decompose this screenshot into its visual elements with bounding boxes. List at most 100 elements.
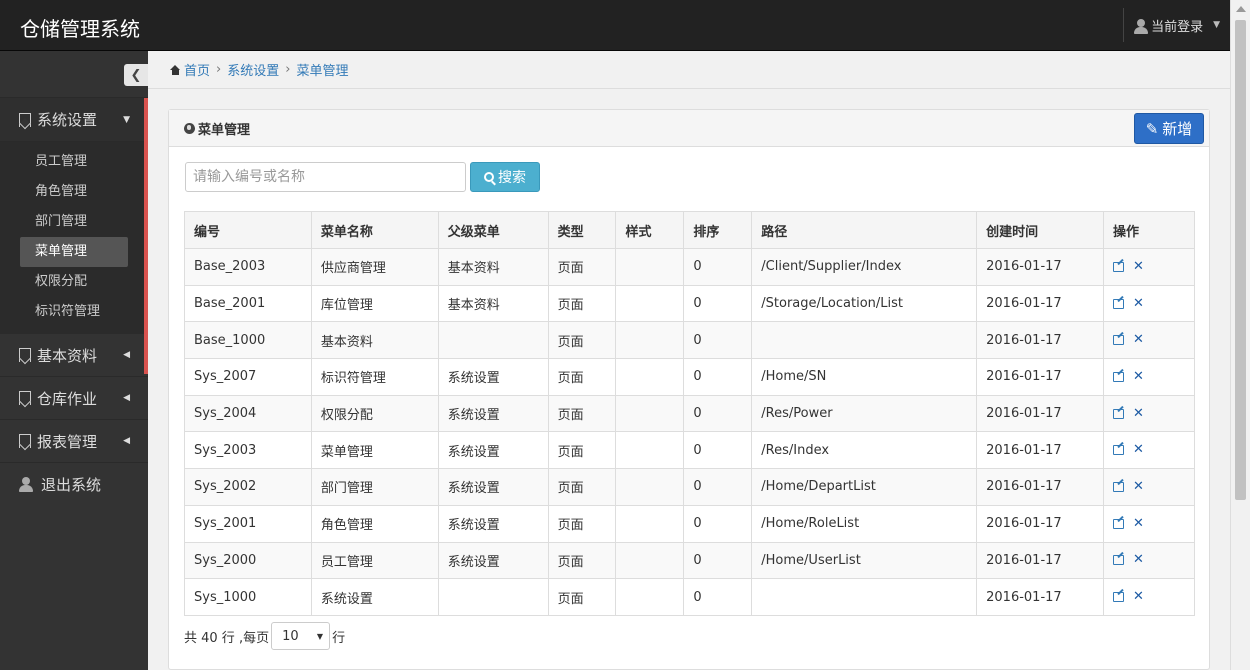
edit-icon[interactable] bbox=[1113, 335, 1124, 346]
column-header[interactable]: 路径 bbox=[751, 211, 978, 249]
table-cell: 2016-01-17 bbox=[976, 321, 1104, 360]
scrollbar-thumb[interactable] bbox=[1235, 20, 1246, 500]
sidebar-item-identifiers[interactable]: 标识符管理 bbox=[20, 297, 128, 327]
edit-icon[interactable] bbox=[1113, 555, 1124, 566]
table-cell: 2016-01-17 bbox=[976, 468, 1104, 506]
breadcrumb-menu-management[interactable]: 菜单管理 bbox=[296, 60, 348, 79]
breadcrumb-separator: › bbox=[285, 62, 291, 77]
edit-icon[interactable] bbox=[1113, 408, 1124, 419]
sidebar-group-reports[interactable]: 报表管理 ◀ bbox=[0, 420, 148, 463]
top-navbar: 仓储管理系统 当前登录 ▼ bbox=[0, 0, 1250, 51]
breadcrumb: 首页 › 系统设置 › 菜单管理 bbox=[148, 51, 1230, 89]
row-actions: ✕ bbox=[1103, 284, 1195, 323]
sidebar-collapse-button[interactable]: ❮ bbox=[124, 64, 148, 86]
delete-icon[interactable]: ✕ bbox=[1133, 333, 1144, 346]
breadcrumb-system-settings[interactable]: 系统设置 bbox=[227, 60, 279, 79]
delete-icon[interactable]: ✕ bbox=[1133, 370, 1144, 383]
table-cell bbox=[615, 431, 685, 470]
table-cell: 系统设置 bbox=[437, 541, 549, 580]
table-cell: 页面 bbox=[547, 321, 617, 360]
menu-table: 编号 菜单名称 父级菜单 类型 样式 排序 路径 创建时间 操作 Base_20… bbox=[184, 211, 1195, 616]
table-cell bbox=[615, 248, 685, 286]
table-cell: Sys_1000 bbox=[184, 578, 312, 616]
sidebar-group-warehouse-ops[interactable]: 仓库作业 ◀ bbox=[0, 377, 148, 420]
delete-icon[interactable]: ✕ bbox=[1133, 553, 1144, 566]
table-row: Base_2001 库位管理 基本资料 页面 0/Storage/Location/Li… bbox=[184, 284, 1195, 323]
table-cell: 系统设置 bbox=[437, 358, 549, 396]
scroll-up-arrow-icon[interactable] bbox=[1236, 6, 1246, 12]
table-row: Sys_1000 系统设置 页面 0 2016-01-17 ✕ bbox=[184, 578, 1195, 616]
edit-icon[interactable] bbox=[1113, 592, 1124, 603]
table-row: Sys_2003 菜单管理 系统设置 页面 0/Res/Index 2016-01-17 ✕ bbox=[184, 431, 1195, 470]
sidebar-group-label: 基本资料 bbox=[37, 346, 98, 365]
edit-icon[interactable] bbox=[1113, 481, 1124, 492]
delete-icon[interactable]: ✕ bbox=[1133, 407, 1144, 420]
edit-icon[interactable] bbox=[1113, 371, 1124, 382]
sidebar-item-staff[interactable]: 员工管理 bbox=[20, 147, 128, 177]
table-cell: 页面 bbox=[547, 358, 617, 396]
delete-icon[interactable]: ✕ bbox=[1133, 443, 1144, 456]
table-cell: 0 bbox=[683, 358, 753, 396]
sidebar-item-permissions[interactable]: 权限分配 bbox=[20, 267, 128, 297]
edit-icon[interactable] bbox=[1113, 298, 1124, 309]
edit-icon[interactable] bbox=[1113, 261, 1124, 272]
edit-icon[interactable] bbox=[1113, 518, 1124, 529]
delete-icon[interactable]: ✕ bbox=[1133, 590, 1144, 603]
search-input[interactable] bbox=[185, 162, 466, 192]
user-menu-dropdown[interactable]: 当前登录 ▼ bbox=[1123, 8, 1230, 42]
column-header[interactable]: 创建时间 bbox=[976, 211, 1104, 249]
column-header[interactable]: 样式 bbox=[615, 211, 685, 249]
table-cell: Sys_2004 bbox=[184, 394, 312, 433]
add-button[interactable]: ✎ 新增 bbox=[1134, 113, 1204, 144]
table-row: Base_1000 基本资料 页面 0 2016-01-17 ✕ bbox=[184, 321, 1195, 360]
sidebar-group-system-settings[interactable]: 系统设置 ▼ bbox=[0, 98, 148, 142]
column-header[interactable]: 父级菜单 bbox=[437, 211, 549, 249]
table-cell bbox=[615, 394, 685, 433]
edit-icon[interactable] bbox=[1113, 445, 1124, 456]
row-actions: ✕ bbox=[1103, 578, 1195, 616]
column-header[interactable]: 编号 bbox=[184, 211, 312, 249]
sidebar-item-departments[interactable]: 部门管理 bbox=[20, 207, 128, 237]
breadcrumb-separator: › bbox=[216, 62, 222, 77]
user-icon bbox=[19, 477, 33, 492]
app-title[interactable]: 仓储管理系统 bbox=[20, 13, 140, 42]
table-cell: 系统设置 bbox=[310, 578, 439, 616]
delete-icon[interactable]: ✕ bbox=[1133, 297, 1144, 310]
table-cell: 0 bbox=[683, 321, 753, 360]
pager-total-label: 共 40 行 ,每页 bbox=[184, 630, 270, 646]
sidebar-submenu: 员工管理 角色管理 部门管理 菜单管理 权限分配 标识符管理 bbox=[0, 98, 148, 374]
action-group: ✕ bbox=[1113, 297, 1194, 310]
table-cell: 2016-01-17 bbox=[976, 394, 1104, 433]
column-header[interactable]: 排序 bbox=[683, 211, 753, 249]
action-group: ✕ bbox=[1113, 370, 1194, 383]
row-actions: ✕ bbox=[1103, 321, 1195, 360]
sidebar-exit[interactable]: 退出系统 bbox=[0, 463, 148, 506]
window-scrollbar[interactable] bbox=[1230, 0, 1250, 670]
sidebar-item-menus[interactable]: 菜单管理 bbox=[20, 237, 128, 267]
table-row: Base_2003 供应商管理 基本资料 页面 0/Client/Supplier/In… bbox=[184, 248, 1195, 286]
column-header[interactable]: 菜单名称 bbox=[310, 211, 439, 249]
breadcrumb-home[interactable]: 首页 bbox=[184, 60, 210, 79]
user-icon bbox=[1134, 19, 1149, 34]
page-size-select[interactable]: 10 ▼ bbox=[271, 622, 331, 650]
table-cell: /Res/Index bbox=[751, 431, 978, 470]
sidebar-group-basic-data[interactable]: 基本资料 ◀ bbox=[0, 334, 148, 377]
action-group: ✕ bbox=[1113, 553, 1194, 566]
table-cell: Base_1000 bbox=[184, 321, 312, 360]
bookmark-icon bbox=[19, 348, 31, 362]
add-button-label: 新增 bbox=[1162, 120, 1193, 138]
table-row: Sys_2001 角色管理 系统设置 页面 0/Home/RoleList 2016-01… bbox=[184, 504, 1195, 543]
menu-panel: 菜单管理 ✎ 新增 搜索 编号 菜单名称 父级菜单 类型 样式 排序 路径 bbox=[168, 109, 1210, 670]
delete-icon[interactable]: ✕ bbox=[1133, 480, 1144, 493]
table-cell bbox=[437, 578, 549, 616]
table-cell: 页面 bbox=[547, 431, 617, 470]
table-row: Sys_2000 员工管理 系统设置 页面 0/Home/UserList 2016-01… bbox=[184, 541, 1195, 580]
delete-icon[interactable]: ✕ bbox=[1133, 260, 1144, 273]
table-cell: 0 bbox=[683, 541, 753, 580]
search-button[interactable]: 搜索 bbox=[470, 162, 540, 192]
table-cell: 2016-01-17 bbox=[976, 541, 1104, 580]
sidebar-item-roles[interactable]: 角色管理 bbox=[20, 177, 128, 207]
table-cell: 供应商管理 bbox=[310, 248, 439, 286]
column-header[interactable]: 类型 bbox=[547, 211, 617, 249]
delete-icon[interactable]: ✕ bbox=[1133, 517, 1144, 530]
